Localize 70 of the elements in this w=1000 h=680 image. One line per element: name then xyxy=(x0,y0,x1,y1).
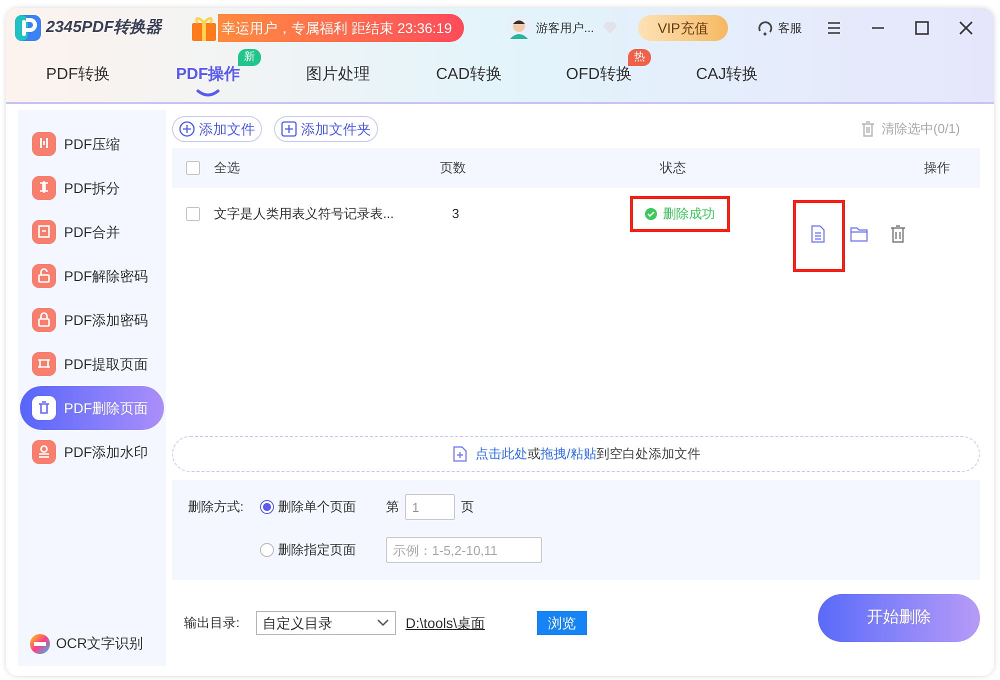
page-suffix: 页 xyxy=(461,498,474,516)
menu-icon[interactable] xyxy=(826,21,842,35)
drop-hint: 点击此处或拖拽/粘贴到空白处添加文件 xyxy=(476,445,700,464)
service-button[interactable]: 客服 xyxy=(756,19,802,37)
radio-button[interactable] xyxy=(260,500,274,514)
tab[interactable]: CAD转换 xyxy=(436,63,502,87)
add-file-button[interactable]: 添加文件 xyxy=(172,116,262,142)
tool-icon xyxy=(32,352,56,376)
option-label: 删除方式: xyxy=(188,498,244,516)
tool-icon xyxy=(32,220,56,244)
tool-icon xyxy=(32,176,56,200)
trash-icon[interactable] xyxy=(890,225,908,243)
tab-badge: 新 xyxy=(238,49,261,66)
sidebar-item[interactable]: PDF合并 xyxy=(20,210,164,254)
trash-icon xyxy=(861,121,876,137)
tool-icon xyxy=(32,308,56,332)
close-icon[interactable] xyxy=(958,20,974,36)
tab-underline-icon xyxy=(196,89,220,97)
vip-button[interactable]: VIP充值 xyxy=(638,15,728,41)
tab[interactable]: CAJ转换 xyxy=(696,63,758,87)
file-name: 文字是人类用表义符号记录表... xyxy=(214,206,394,222)
headset-icon xyxy=(756,19,774,37)
add-folder-button[interactable]: 添加文件夹 xyxy=(274,116,378,142)
tab-badge: 热 xyxy=(628,49,651,66)
ocr-button[interactable]: OCR文字识别 xyxy=(20,633,164,654)
tool-icon xyxy=(32,396,56,420)
output-path-link[interactable]: D:\tools\桌面 xyxy=(406,612,485,634)
drop-zone[interactable]: 点击此处或拖拽/粘贴到空白处添加文件 xyxy=(172,436,980,472)
sidebar-item[interactable]: PDF压缩 xyxy=(20,122,164,166)
browse-button[interactable]: 浏览 xyxy=(536,611,587,635)
page-prefix: 第 xyxy=(386,498,399,516)
tab[interactable]: OFD转换 xyxy=(566,63,632,87)
tab[interactable]: PDF转换 xyxy=(46,63,110,87)
add-folder-plus-icon xyxy=(281,121,297,137)
chevron-down-icon xyxy=(376,619,389,627)
sidebar-item[interactable]: PDF添加密码 xyxy=(20,298,164,342)
column-header: 状态 xyxy=(660,160,686,176)
radio-button[interactable] xyxy=(260,543,274,557)
sidebar-item[interactable]: PDF提取页面 xyxy=(20,342,164,386)
checkbox[interactable] xyxy=(186,161,200,175)
sidebar-item[interactable]: PDF拆分 xyxy=(20,166,164,210)
page-range-field[interactable]: 示例：1-5,2-10,11 xyxy=(386,537,542,563)
add-document-icon xyxy=(452,446,468,462)
column-header: 页数 xyxy=(440,160,466,176)
column-header[interactable]: 全选 xyxy=(214,160,240,176)
ocr-icon xyxy=(30,634,50,654)
link[interactable]: 拖拽/粘贴 xyxy=(540,446,596,462)
add-file-plus-icon xyxy=(179,121,195,137)
column-header: 操作 xyxy=(924,159,950,178)
directory-dropdown[interactable]: 自定义目录 xyxy=(256,611,396,635)
radio-option[interactable]: 删除单个页面 xyxy=(260,497,386,517)
maximize-icon[interactable] xyxy=(914,20,930,36)
checkbox[interactable] xyxy=(186,207,200,221)
tool-icon xyxy=(32,132,56,156)
sidebar-item[interactable]: PDF添加水印 xyxy=(20,430,164,474)
user-name[interactable]: 游客用户... xyxy=(536,19,594,37)
sidebar-item[interactable]: PDF解除密码 xyxy=(20,254,164,298)
link[interactable]: 点击此处 xyxy=(476,446,528,462)
logo-text: 2345PDF转换器 xyxy=(46,18,162,38)
tool-icon xyxy=(32,440,56,464)
folder-icon[interactable] xyxy=(850,225,868,243)
tab[interactable]: PDF操作 xyxy=(176,63,240,87)
radio-option[interactable]: 删除指定页面 xyxy=(260,540,386,560)
page-count: 3 xyxy=(452,206,460,222)
logo-icon xyxy=(14,14,42,42)
tool-icon xyxy=(32,264,56,288)
tab[interactable]: 图片处理 xyxy=(306,63,370,87)
check-circle-icon xyxy=(645,208,657,220)
output-label: 输出目录: xyxy=(184,614,240,632)
status-label: 删除成功 xyxy=(630,196,730,232)
